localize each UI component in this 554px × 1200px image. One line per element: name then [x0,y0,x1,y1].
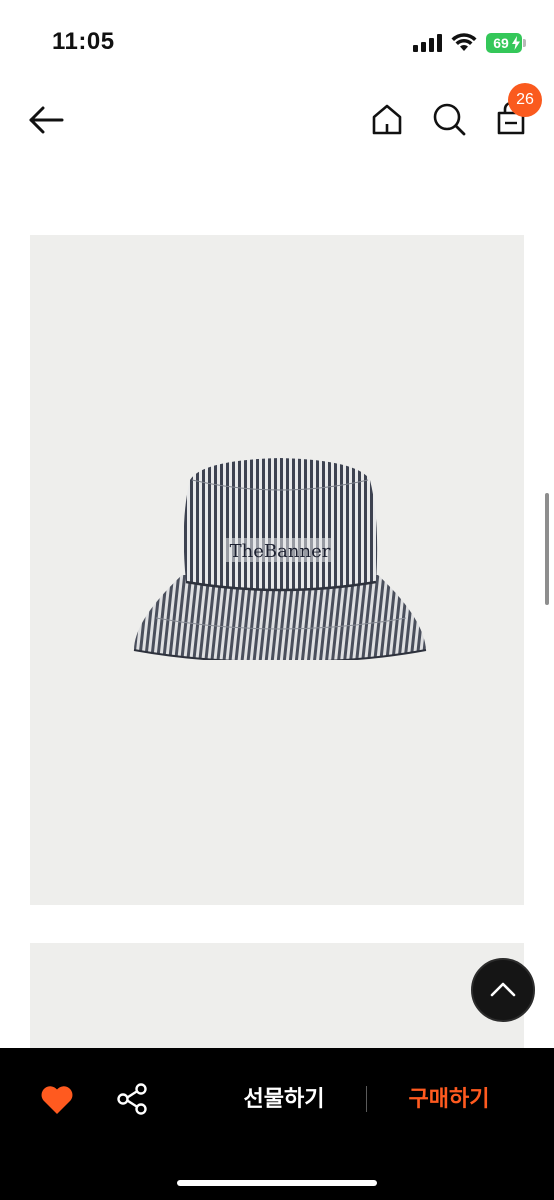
status-time: 11:05 [52,28,115,55]
search-button[interactable] [428,98,470,140]
hat-logo-text: TheBanner [230,541,331,562]
divider [366,1086,367,1112]
home-indicator [177,1180,377,1186]
battery-cap [523,39,526,47]
bucket-hat-image: TheBanner [133,458,427,660]
share-icon [117,1083,147,1115]
back-button[interactable] [26,100,66,140]
product-image[interactable]: TheBanner [30,235,524,905]
product-image-secondary[interactable] [30,943,524,1053]
cellular-signal-icon [413,34,443,52]
cart-count-badge: 26 [508,83,542,117]
gift-button[interactable]: 선물하기 [220,1078,348,1122]
home-icon [372,104,402,135]
chevron-up-icon [490,982,516,997]
charging-bolt-icon [512,36,520,50]
heart-icon [41,1086,73,1114]
share-button[interactable] [114,1081,150,1117]
scroll-to-top-button[interactable] [471,958,535,1022]
home-button[interactable] [366,98,408,140]
bottom-action-bar: 선물하기 구매하기 [0,1048,554,1200]
status-bar: 11:05 69 [0,0,554,80]
like-button[interactable] [38,1080,76,1118]
buy-button[interactable]: 구매하기 [384,1078,514,1122]
search-icon [433,103,466,136]
scrollbar[interactable] [545,493,549,605]
battery-icon: 69 [486,33,522,53]
arrow-left-icon [29,106,64,134]
wifi-icon [451,33,477,51]
top-navigation [0,80,554,160]
